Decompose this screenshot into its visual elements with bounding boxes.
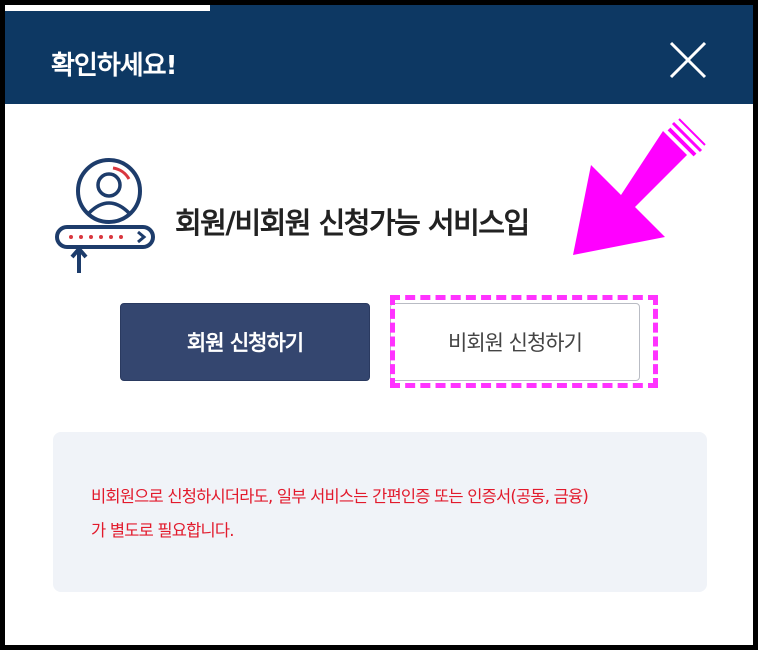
notice-line-1: 비회원으로 신청하시더라도, 일부 서비스는 간편인증 또는 인증서(공동, 금…	[91, 487, 589, 506]
dialog-header: 확인하세요!	[5, 11, 753, 104]
guest-apply-button[interactable]: 비회원 신청하기	[390, 303, 640, 381]
dialog-title: 확인하세요!	[51, 51, 177, 81]
member-apply-button[interactable]: 회원 신청하기	[120, 303, 370, 381]
notice-line-2: 가 별도로 필요합니다.	[91, 521, 235, 540]
notice-text: 비회원으로 신청하시더라도, 일부 서비스는 간편인증 또는 인증서(공동, 금…	[91, 480, 691, 548]
close-button[interactable]	[665, 37, 711, 83]
pointer-arrow-icon	[573, 118, 706, 255]
notice-box: 비회원으로 신청하시더라도, 일부 서비스는 간편인증 또는 인증서(공동, 금…	[53, 432, 707, 592]
member-login-icon	[55, 158, 155, 273]
service-description: 회원/비회원 신청가능 서비스입	[175, 206, 530, 240]
confirm-dialog: 확인하세요! 회원/비회원 신청가능 서비스입 회원 신청하기 비회원 신청하기	[5, 5, 753, 645]
close-icon	[669, 41, 707, 79]
